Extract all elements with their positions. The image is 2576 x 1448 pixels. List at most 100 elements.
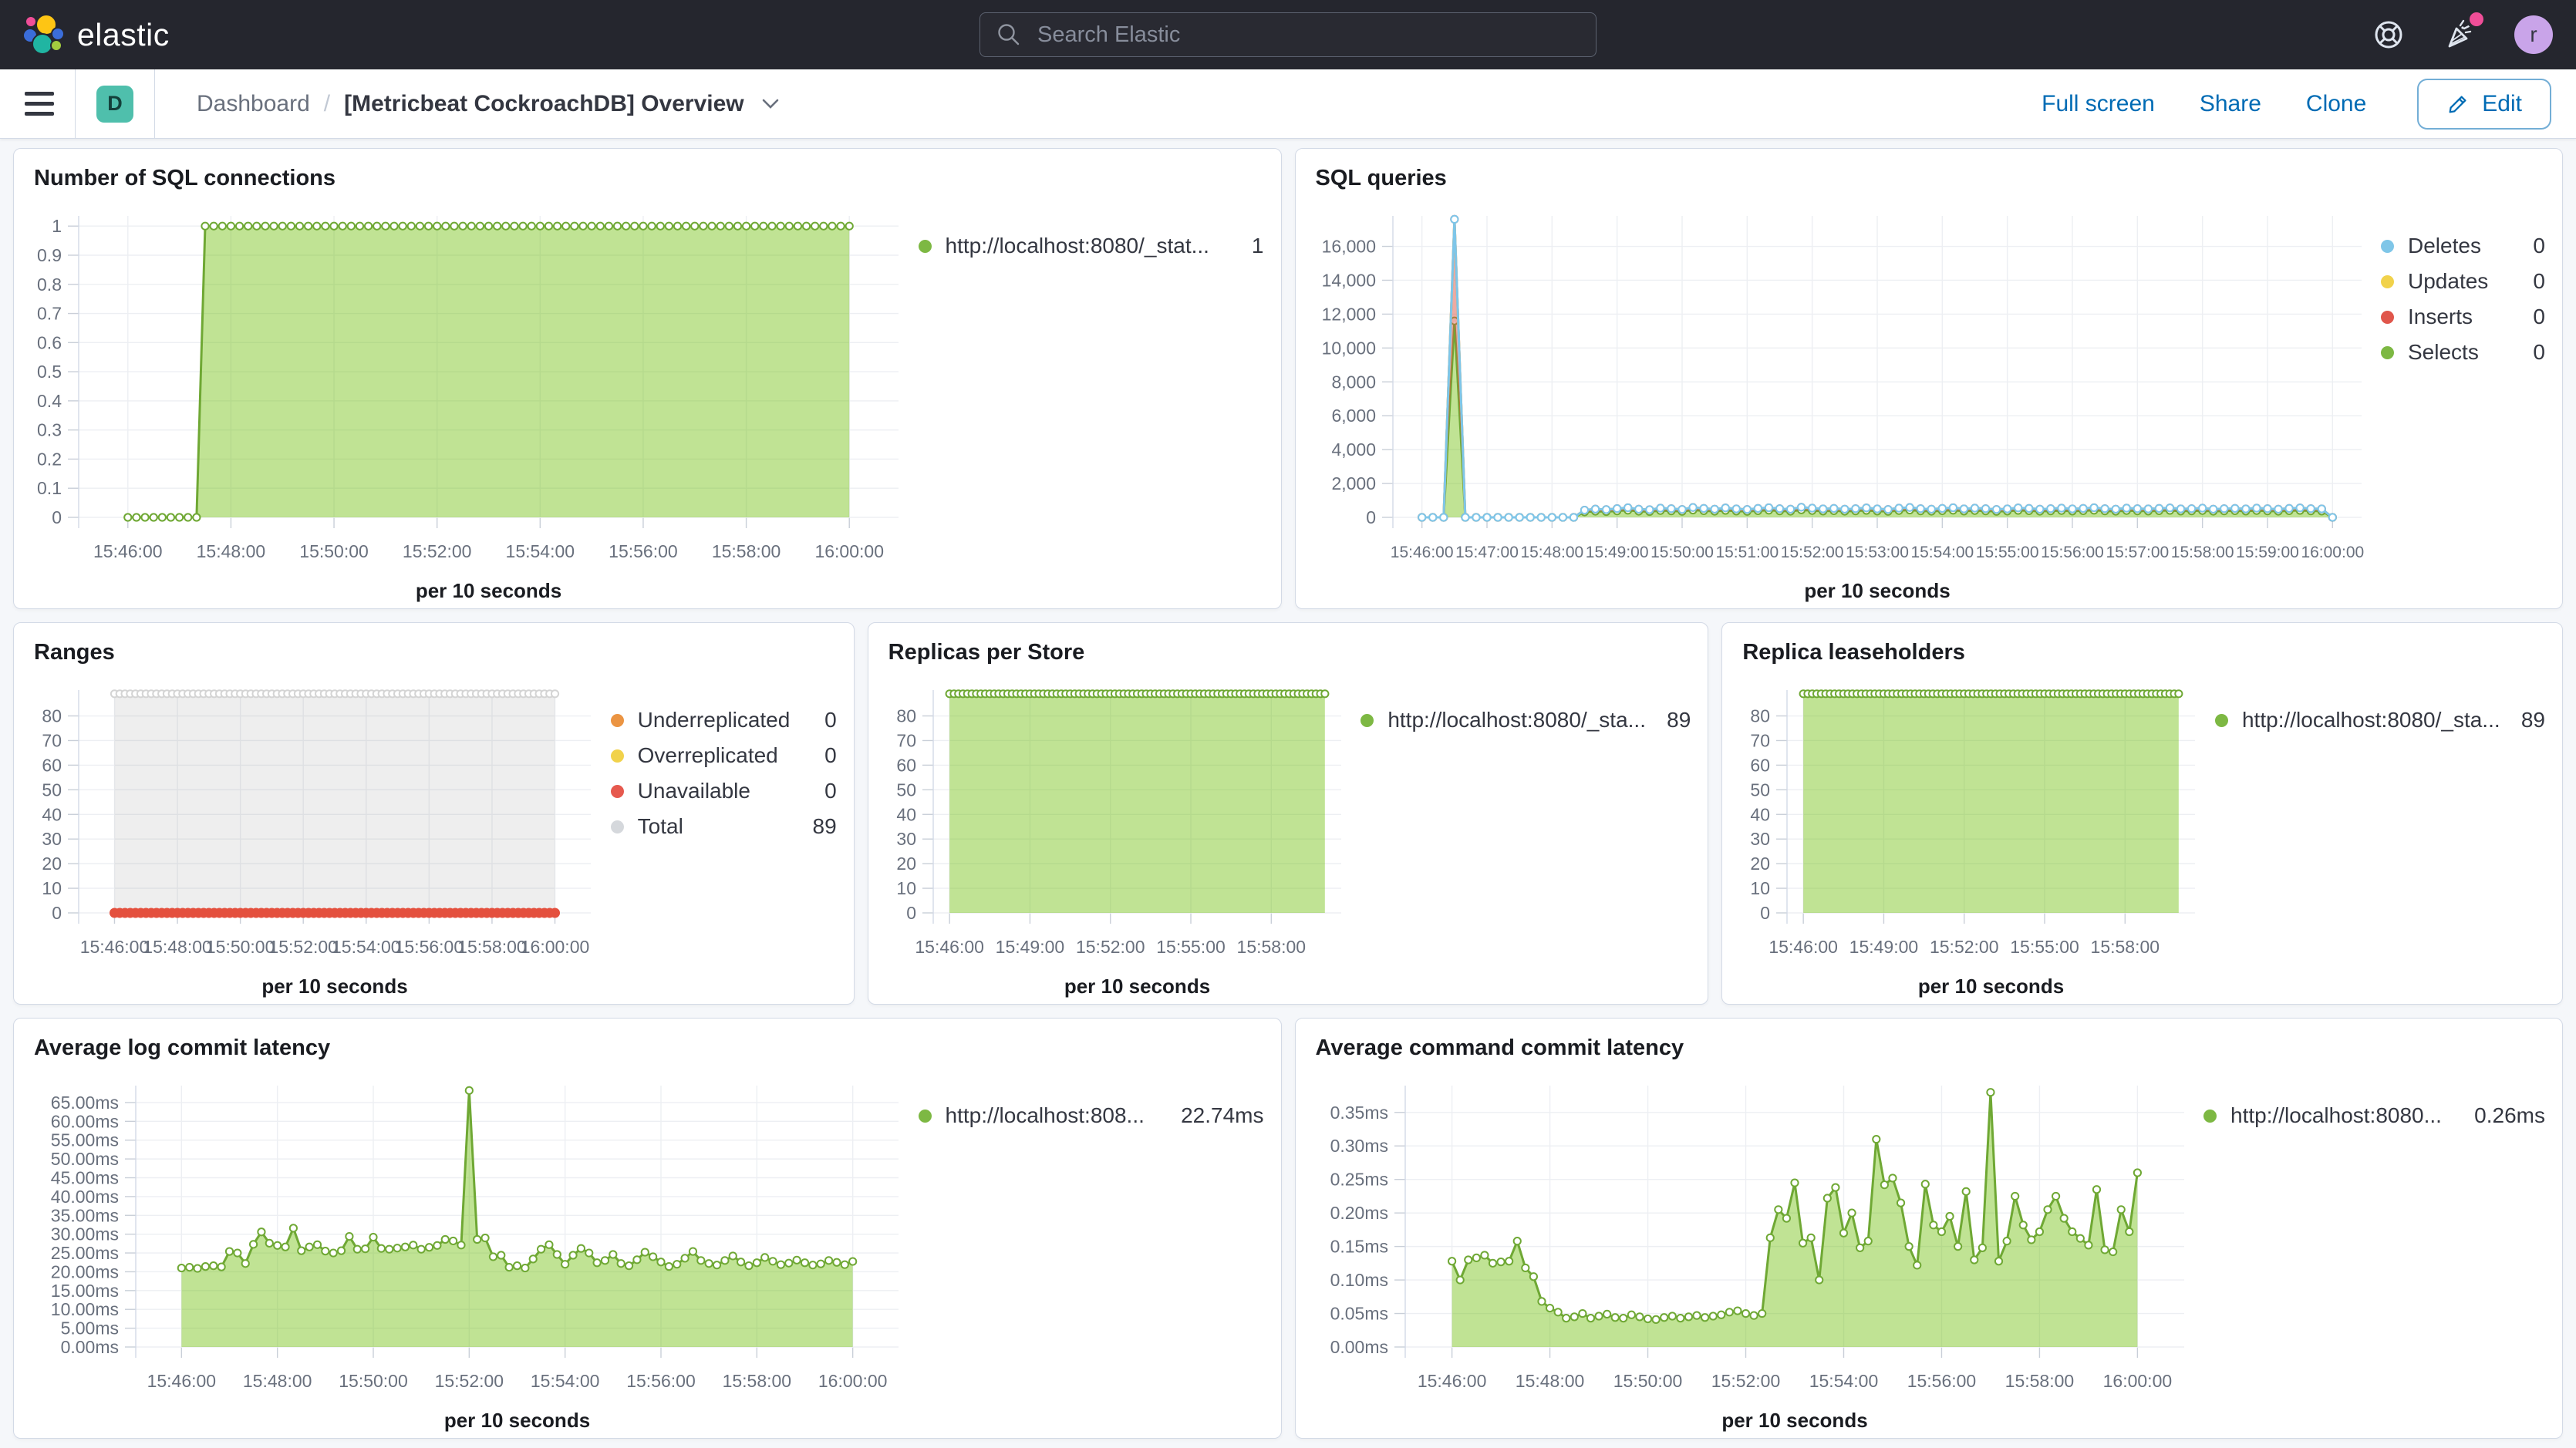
breadcrumb-dashboard-link[interactable]: Dashboard	[197, 91, 310, 117]
log-commit-latency-chart[interactable]: 15:46:0015:48:0015:50:0015:52:0015:54:00…	[14, 1064, 919, 1438]
legend-item[interactable]: http://localhost:8080/_sta...89	[1360, 702, 1691, 738]
svg-text:25.00ms: 25.00ms	[51, 1243, 119, 1263]
sql-connections-chart[interactable]: 15:46:0015:48:0015:50:0015:52:0015:54:00…	[14, 194, 919, 608]
help-icon[interactable]	[2372, 19, 2405, 51]
avatar-initial: r	[2530, 22, 2537, 47]
legend-color-dot	[611, 785, 624, 798]
chart-canvas[interactable]: 15:46:0015:49:0015:52:0015:55:0015:58:00…	[868, 668, 1361, 1004]
chart-canvas[interactable]: 15:46:0015:48:0015:50:0015:52:0015:54:00…	[14, 194, 919, 608]
chevron-down-icon[interactable]	[761, 97, 780, 111]
svg-text:15:48:00: 15:48:00	[243, 1371, 312, 1391]
chart-legend: http://localhost:808...22.74ms	[919, 1064, 1281, 1438]
legend-item[interactable]: Deletes0	[2381, 228, 2545, 264]
global-search[interactable]	[979, 12, 1597, 57]
legend-item[interactable]: Underreplicated0	[611, 702, 837, 738]
svg-text:15:46:00: 15:46:00	[93, 541, 163, 561]
legend-value: 0	[2533, 305, 2545, 329]
svg-text:15.00ms: 15.00ms	[51, 1281, 119, 1301]
elastic-brand[interactable]: elastic	[23, 15, 170, 55]
legend-item[interactable]: http://localhost:8080/_sta... 89	[2215, 702, 2545, 738]
full-screen-button[interactable]: Full screen	[2042, 91, 2155, 117]
svg-text:60: 60	[1751, 755, 1771, 775]
breadcrumb-separator: /	[324, 91, 330, 117]
ranges-chart[interactable]: 15:46:0015:48:0015:50:0015:52:0015:54:00…	[14, 668, 611, 1004]
svg-text:15:52:00: 15:52:00	[403, 541, 472, 561]
svg-text:15:58:00: 15:58:00	[712, 541, 781, 561]
legend-item[interactable]: Overreplicated0	[611, 738, 837, 773]
share-button[interactable]: Share	[2200, 91, 2261, 117]
svg-text:15:51:00: 15:51:00	[1715, 544, 1779, 561]
svg-text:0: 0	[1761, 903, 1771, 923]
chart-canvas[interactable]: 15:46:0015:48:0015:50:0015:52:0015:54:00…	[14, 668, 611, 1004]
svg-text:16:00:00: 16:00:00	[2301, 544, 2364, 561]
svg-text:15:52:00: 15:52:00	[435, 1371, 504, 1391]
svg-text:80: 80	[896, 706, 916, 726]
legend-label: http://localhost:8080/_sta...	[1387, 708, 1648, 732]
chart-canvas[interactable]: 15:46:0015:47:0015:48:0015:49:0015:50:00…	[1296, 194, 2382, 608]
svg-text:per 10 seconds: per 10 seconds	[1064, 975, 1210, 998]
replica-leaseholders-chart[interactable]: 15:46:0015:49:0015:52:0015:55:0015:58:00…	[1722, 668, 2215, 1004]
legend-item[interactable]: http://localhost:808...22.74ms	[919, 1098, 1264, 1133]
svg-text:15:50:00: 15:50:00	[339, 1371, 408, 1391]
search-input[interactable]	[1036, 22, 1580, 49]
svg-text:0: 0	[906, 903, 916, 923]
svg-text:0.05ms: 0.05ms	[1330, 1304, 1387, 1324]
legend-item[interactable]: Total89	[611, 809, 837, 844]
svg-text:15:56:00: 15:56:00	[2041, 544, 2104, 561]
legend-color-dot	[2381, 346, 2394, 359]
svg-text:per 10 seconds: per 10 seconds	[1721, 1409, 1867, 1432]
dashboard-app-badge[interactable]: D	[96, 86, 133, 123]
svg-text:16:00:00: 16:00:00	[818, 1371, 888, 1391]
chart-canvas[interactable]: 15:46:0015:48:0015:50:0015:52:0015:54:00…	[1296, 1064, 2204, 1438]
legend-item[interactable]: Inserts0	[2381, 299, 2545, 335]
menu-icon[interactable]	[25, 92, 54, 116]
search-icon	[996, 22, 1022, 48]
legend-item[interactable]: Selects0	[2381, 335, 2545, 370]
panel-replicas-per-store: Replicas per Store 15:46:0015:49:0015:52…	[868, 622, 1709, 1005]
page-title: [Metricbeat CockroachDB] Overview	[344, 91, 744, 117]
legend-item[interactable]: http://localhost:8080/_stat...1	[919, 228, 1264, 264]
svg-text:15:57:00: 15:57:00	[2106, 544, 2169, 561]
svg-text:0: 0	[52, 903, 62, 923]
command-commit-latency-chart[interactable]: 15:46:0015:48:0015:50:0015:52:0015:54:00…	[1296, 1064, 2204, 1438]
svg-text:16,000: 16,000	[1321, 237, 1375, 257]
clone-button[interactable]: Clone	[2306, 91, 2366, 117]
chart-canvas[interactable]: 15:46:0015:48:0015:50:0015:52:0015:54:00…	[14, 1064, 919, 1438]
svg-text:30.00ms: 30.00ms	[51, 1224, 119, 1244]
svg-text:60: 60	[896, 755, 916, 775]
legend-value: 89	[2521, 708, 2545, 732]
chart-legend: http://localhost:8080/_sta...89	[1360, 668, 1708, 1004]
user-avatar[interactable]: r	[2514, 15, 2553, 54]
chart-canvas[interactable]: 15:46:0015:49:0015:52:0015:55:0015:58:00…	[1722, 668, 2215, 1004]
svg-text:80: 80	[42, 706, 62, 726]
legend-color-dot	[1360, 714, 1374, 727]
svg-text:15:47:00: 15:47:00	[1455, 544, 1519, 561]
newsfeed-icon[interactable]	[2443, 19, 2476, 51]
svg-text:15:49:00: 15:49:00	[1585, 544, 1648, 561]
svg-text:45.00ms: 45.00ms	[51, 1168, 119, 1188]
legend-item[interactable]: Unavailable0	[611, 773, 837, 809]
replicas-per-store-chart[interactable]: 15:46:0015:49:0015:52:0015:55:0015:58:00…	[868, 668, 1361, 1004]
svg-text:80: 80	[1751, 706, 1771, 726]
legend-label: Total	[638, 814, 794, 839]
svg-text:15:58:00: 15:58:00	[2091, 937, 2160, 957]
legend-label: http://localhost:8080/_sta...	[2242, 708, 2503, 732]
svg-text:15:56:00: 15:56:00	[609, 541, 678, 561]
svg-text:0: 0	[52, 507, 62, 527]
svg-text:16:00:00: 16:00:00	[2102, 1371, 2172, 1391]
edit-button[interactable]: Edit	[2417, 79, 2551, 130]
svg-text:0: 0	[1366, 507, 1376, 527]
svg-text:15:56:00: 15:56:00	[395, 937, 464, 957]
sql-queries-chart[interactable]: 15:46:0015:47:0015:48:0015:49:0015:50:00…	[1296, 194, 2382, 608]
legend-item[interactable]: http://localhost:8080...0.26ms	[2203, 1098, 2545, 1133]
legend-item[interactable]: Updates0	[2381, 264, 2545, 299]
svg-text:0.2: 0.2	[37, 449, 62, 469]
svg-text:0.8: 0.8	[37, 274, 62, 295]
legend-value: 0	[824, 779, 837, 803]
svg-text:15:50:00: 15:50:00	[1650, 544, 1714, 561]
svg-text:15:49:00: 15:49:00	[1849, 937, 1919, 957]
svg-text:15:46:00: 15:46:00	[1769, 937, 1839, 957]
svg-text:6,000: 6,000	[1331, 406, 1376, 426]
svg-text:20: 20	[896, 854, 916, 874]
svg-text:20: 20	[1751, 854, 1771, 874]
